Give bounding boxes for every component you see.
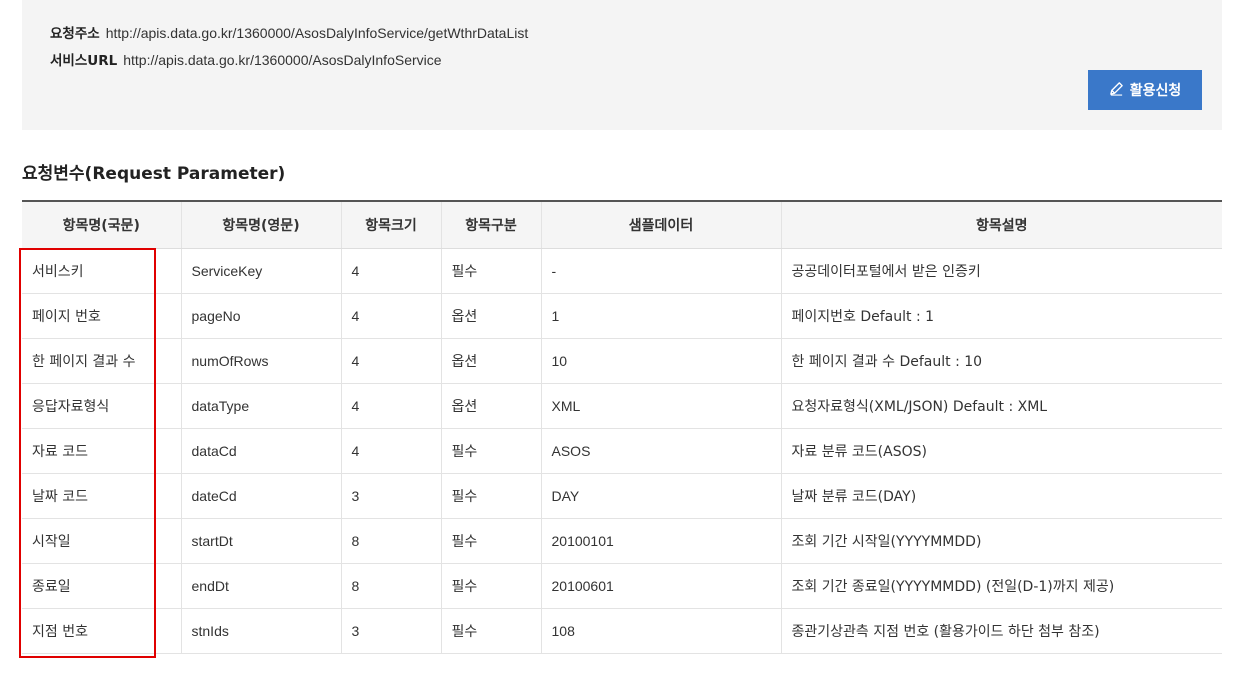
cell-kor-name: 종료일 bbox=[22, 563, 182, 609]
table-row: 한 페이지 결과 수 numOfRows 4 옵션 10 한 페이지 결과 수 Defau… bbox=[22, 338, 1222, 384]
cell-kor-name: 시작일 bbox=[22, 518, 182, 564]
cell-eng-name: dataCd bbox=[181, 428, 342, 474]
cell-size: 3 bbox=[341, 473, 442, 519]
cell-description: 공공데이터포털에서 받은 인증키 bbox=[781, 248, 1222, 294]
table-row: 서비스키 ServiceKey 4 필수 - 공공데이터포털에서 받은 인증키 bbox=[22, 248, 1222, 294]
cell-sample: - bbox=[541, 248, 782, 294]
table-row: 시작일 startDt 8 필수 20100101 조회 기간 시작일(YYYYMMDD) bbox=[22, 518, 1222, 564]
apply-button-label: 활용신청 bbox=[1129, 83, 1182, 99]
cell-size: 4 bbox=[341, 338, 442, 384]
cell-type: 필수 bbox=[441, 248, 542, 294]
apply-button[interactable]: 활용신청 bbox=[1088, 70, 1202, 110]
cell-size: 8 bbox=[341, 563, 442, 609]
table-row: 페이지 번호 pageNo 4 옵션 1 페이지번호 Default : 1 bbox=[22, 293, 1222, 339]
cell-sample: 108 bbox=[541, 608, 782, 654]
table-row: 응답자료형식 dataType 4 옵션 XML 요청자료형식(XML/JSON) Def… bbox=[22, 383, 1222, 429]
cell-description: 종관기상관측 지점 번호 (활용가이드 하단 첨부 참조) bbox=[781, 608, 1222, 654]
cell-sample: DAY bbox=[541, 473, 782, 519]
cell-type: 필수 bbox=[441, 473, 542, 519]
service-url-label: 서비스URL bbox=[50, 53, 118, 69]
cell-type: 옵션 bbox=[441, 383, 542, 429]
cell-description: 페이지번호 Default : 1 bbox=[781, 293, 1222, 339]
cell-sample: 10 bbox=[541, 338, 782, 384]
cell-description: 조회 기간 종료일(YYYYMMDD) (전일(D-1)까지 제공) bbox=[781, 563, 1222, 609]
pencil-icon bbox=[1109, 81, 1124, 100]
table-header-row: 항목명(국문) 항목명(영문) 항목크기 항목구분 샘플데이터 항목설명 bbox=[22, 200, 1222, 249]
service-url-value[interactable]: http://apis.data.go.kr/1360000/AsosDalyI… bbox=[123, 52, 441, 68]
cell-sample: 1 bbox=[541, 293, 782, 339]
cell-sample: XML bbox=[541, 383, 782, 429]
cell-size: 4 bbox=[341, 248, 442, 294]
cell-type: 옵션 bbox=[441, 293, 542, 339]
cell-description: 한 페이지 결과 수 Default : 10 bbox=[781, 338, 1222, 384]
cell-size: 4 bbox=[341, 293, 442, 339]
cell-size: 3 bbox=[341, 608, 442, 654]
header-eng-name: 항목명(영문) bbox=[181, 200, 342, 249]
header-sample: 샘플데이터 bbox=[541, 200, 782, 249]
cell-eng-name: stnIds bbox=[181, 608, 342, 654]
table-row: 자료 코드 dataCd 4 필수 ASOS 자료 분류 코드(ASOS) bbox=[22, 428, 1222, 474]
cell-description: 날짜 분류 코드(DAY) bbox=[781, 473, 1222, 519]
cell-size: 4 bbox=[341, 428, 442, 474]
header-size: 항목크기 bbox=[341, 200, 442, 249]
request-parameter-table: 항목명(국문) 항목명(영문) 항목크기 항목구분 샘플데이터 항목설명 서비스… bbox=[22, 200, 1222, 654]
cell-kor-name: 자료 코드 bbox=[22, 428, 182, 474]
header-kor-name: 항목명(국문) bbox=[22, 200, 182, 249]
request-address-row: 요청주소 http://apis.data.go.kr/1360000/AsosD… bbox=[50, 22, 528, 42]
table-row: 날짜 코드 dateCd 3 필수 DAY 날짜 분류 코드(DAY) bbox=[22, 473, 1222, 519]
cell-kor-name: 날짜 코드 bbox=[22, 473, 182, 519]
table-row: 종료일 endDt 8 필수 20100601 조회 기간 종료일(YYYYMMDD) (… bbox=[22, 563, 1222, 609]
request-address-label: 요청주소 bbox=[50, 26, 100, 42]
request-address-value[interactable]: http://apis.data.go.kr/1360000/AsosDalyI… bbox=[106, 25, 529, 41]
section-title: 요청변수(Request Parameter) bbox=[22, 164, 286, 184]
cell-eng-name: numOfRows bbox=[181, 338, 342, 384]
cell-size: 8 bbox=[341, 518, 442, 564]
cell-kor-name: 한 페이지 결과 수 bbox=[22, 338, 182, 384]
cell-type: 필수 bbox=[441, 608, 542, 654]
service-info-box: 요청주소 http://apis.data.go.kr/1360000/AsosD… bbox=[22, 0, 1222, 130]
cell-kor-name: 서비스키 bbox=[22, 248, 182, 294]
cell-eng-name: ServiceKey bbox=[181, 248, 342, 294]
cell-eng-name: endDt bbox=[181, 563, 342, 609]
cell-eng-name: dateCd bbox=[181, 473, 342, 519]
cell-sample: 20100101 bbox=[541, 518, 782, 564]
cell-size: 4 bbox=[341, 383, 442, 429]
cell-description: 조회 기간 시작일(YYYYMMDD) bbox=[781, 518, 1222, 564]
cell-sample: ASOS bbox=[541, 428, 782, 474]
cell-kor-name: 응답자료형식 bbox=[22, 383, 182, 429]
cell-kor-name: 지점 번호 bbox=[22, 608, 182, 654]
cell-sample: 20100601 bbox=[541, 563, 782, 609]
cell-type: 옵션 bbox=[441, 338, 542, 384]
cell-eng-name: startDt bbox=[181, 518, 342, 564]
cell-description: 자료 분류 코드(ASOS) bbox=[781, 428, 1222, 474]
cell-kor-name: 페이지 번호 bbox=[22, 293, 182, 339]
header-type: 항목구분 bbox=[441, 200, 542, 249]
cell-description: 요청자료형식(XML/JSON) Default : XML bbox=[781, 383, 1222, 429]
service-url-row: 서비스URL http://apis.data.go.kr/1360000/Aso… bbox=[50, 49, 442, 69]
cell-type: 필수 bbox=[441, 518, 542, 564]
table-row: 지점 번호 stnIds 3 필수 108 종관기상관측 지점 번호 (활용가이드 하단 … bbox=[22, 608, 1222, 654]
cell-type: 필수 bbox=[441, 563, 542, 609]
header-description: 항목설명 bbox=[781, 200, 1222, 249]
cell-type: 필수 bbox=[441, 428, 542, 474]
cell-eng-name: dataType bbox=[181, 383, 342, 429]
cell-eng-name: pageNo bbox=[181, 293, 342, 339]
